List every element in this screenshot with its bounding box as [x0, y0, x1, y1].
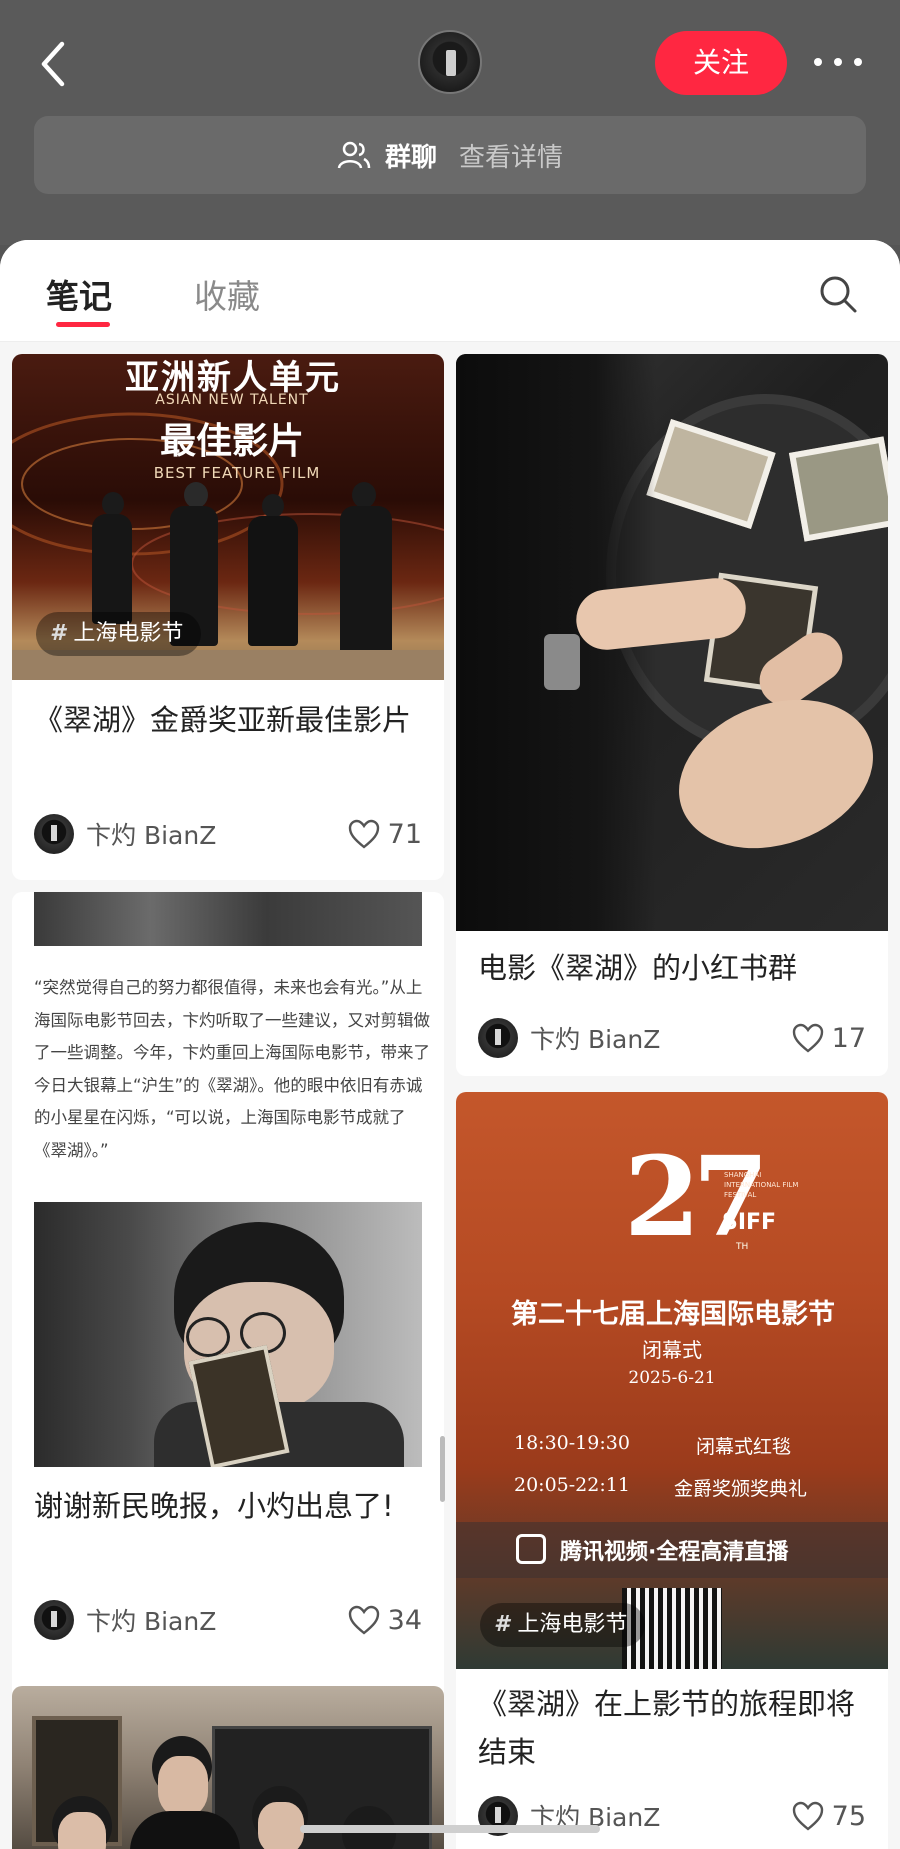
- like-count: 71: [387, 818, 422, 850]
- heart-icon: [792, 1023, 823, 1053]
- like-count: 75: [831, 1800, 866, 1832]
- note-card[interactable]: 亚洲新人单元 ASIAN NEW TALENT 最佳影片 BEST FEATUR…: [12, 354, 444, 880]
- note-author[interactable]: 卞灼 BianZ: [34, 1598, 216, 1642]
- content-panel: 笔记 收藏 亚洲新人单元 ASIAN NEW TALENT 最佳影片 BEST …: [0, 240, 900, 1849]
- poster-stream: 腾讯视频·全程高清直播: [560, 1540, 789, 1565]
- poster-date: 2025-6-21: [628, 1368, 716, 1388]
- screen-award: 最佳影片: [159, 420, 304, 462]
- avatar: [34, 814, 74, 854]
- poster-event-1: 闭幕式红毯: [696, 1436, 792, 1458]
- screen-award-en: BEST FEATURE FILM: [153, 464, 321, 482]
- tab-bar: 笔记 收藏: [0, 240, 900, 342]
- note-title: 《翠湖》金爵奖亚新最佳影片: [34, 703, 412, 737]
- avatar: [478, 1018, 518, 1058]
- group-icon: [337, 141, 371, 169]
- poster-event-2: 金爵奖颁奖典礼: [674, 1478, 808, 1500]
- topic-tag[interactable]: # 上海电影节: [36, 612, 202, 656]
- note-author[interactable]: 卞灼 BianZ: [34, 812, 216, 856]
- poster-siff: SIFF: [722, 1210, 777, 1235]
- author-name: 卞灼 BianZ: [530, 1025, 661, 1054]
- avatar[interactable]: [418, 30, 482, 94]
- like-count: 17: [831, 1022, 866, 1054]
- poster-th: TH: [736, 1242, 749, 1252]
- note-title: 《翠湖》在上影节的旅程即将结束: [478, 1687, 856, 1769]
- note-cover-image: 27 TH SHANGHAI INTERNATIONAL FILM FESTIV…: [456, 1092, 888, 1669]
- note-cover-image: [34, 892, 422, 946]
- poster-subtitle: 闭幕式: [642, 1338, 702, 1362]
- follow-button[interactable]: 关注: [655, 31, 787, 95]
- note-cover-image: [456, 354, 888, 931]
- like-button[interactable]: 71: [348, 812, 422, 856]
- search-icon[interactable]: [818, 274, 858, 314]
- home-indicator[interactable]: [300, 1825, 600, 1833]
- group-chat-title: 群聊: [384, 142, 437, 173]
- group-chat-detail-link[interactable]: 查看详情: [459, 137, 563, 174]
- note-card[interactable]: 27 TH SHANGHAI INTERNATIONAL FILM FESTIV…: [456, 1092, 888, 1849]
- like-button[interactable]: 17: [792, 1016, 866, 1060]
- note-card[interactable]: 电影《翠湖》的小红书群 卞灼 BianZ 17: [456, 354, 888, 1076]
- like-count: 34: [387, 1604, 422, 1636]
- author-name: 卞灼 BianZ: [86, 821, 217, 850]
- tab-notes[interactable]: 笔记: [46, 270, 112, 318]
- heart-icon: [792, 1801, 823, 1831]
- article-excerpt: “突然觉得自己的努力都很值得，未来也会有光。”从上海国际电影节回去，卞灼听取了一…: [34, 978, 430, 1160]
- tab-favorites[interactable]: 收藏: [194, 270, 260, 318]
- poster-time-1: 18:30-19:30: [514, 1432, 630, 1454]
- screen-subtitle: ASIAN NEW TALENT: [155, 392, 309, 408]
- note-title: 谢谢新民晚报，小灼出息了!: [34, 1489, 394, 1523]
- poster-festival-en: SHANGHAI INTERNATIONAL FILM FESTIVAL: [724, 1171, 799, 1199]
- scrollbar[interactable]: [440, 1436, 445, 1502]
- author-name: 卞灼 BianZ: [86, 1607, 217, 1636]
- note-author[interactable]: 卞灼 BianZ: [478, 1016, 660, 1060]
- heart-icon: [348, 1605, 379, 1635]
- group-chat-bar[interactable]: 群聊 查看详情: [34, 116, 866, 194]
- heart-icon: [348, 819, 379, 849]
- like-button[interactable]: 75: [792, 1794, 866, 1838]
- chevron-left-icon[interactable]: [34, 36, 74, 92]
- more-icon[interactable]: [808, 40, 868, 84]
- note-title: 电影《翠湖》的小红书群: [478, 951, 798, 985]
- portrait-image: [34, 1202, 422, 1467]
- active-tab-indicator: [56, 322, 110, 327]
- avatar: [34, 1600, 74, 1640]
- poster-title: 第二十七届上海国际电影节: [511, 1299, 835, 1330]
- like-button[interactable]: 34: [348, 1598, 422, 1642]
- poster-time-2: 20:05-22:11: [514, 1474, 630, 1496]
- profile-header: 关注 群聊 查看详情: [0, 0, 900, 245]
- topic-tag[interactable]: # 上海电影节: [480, 1603, 646, 1647]
